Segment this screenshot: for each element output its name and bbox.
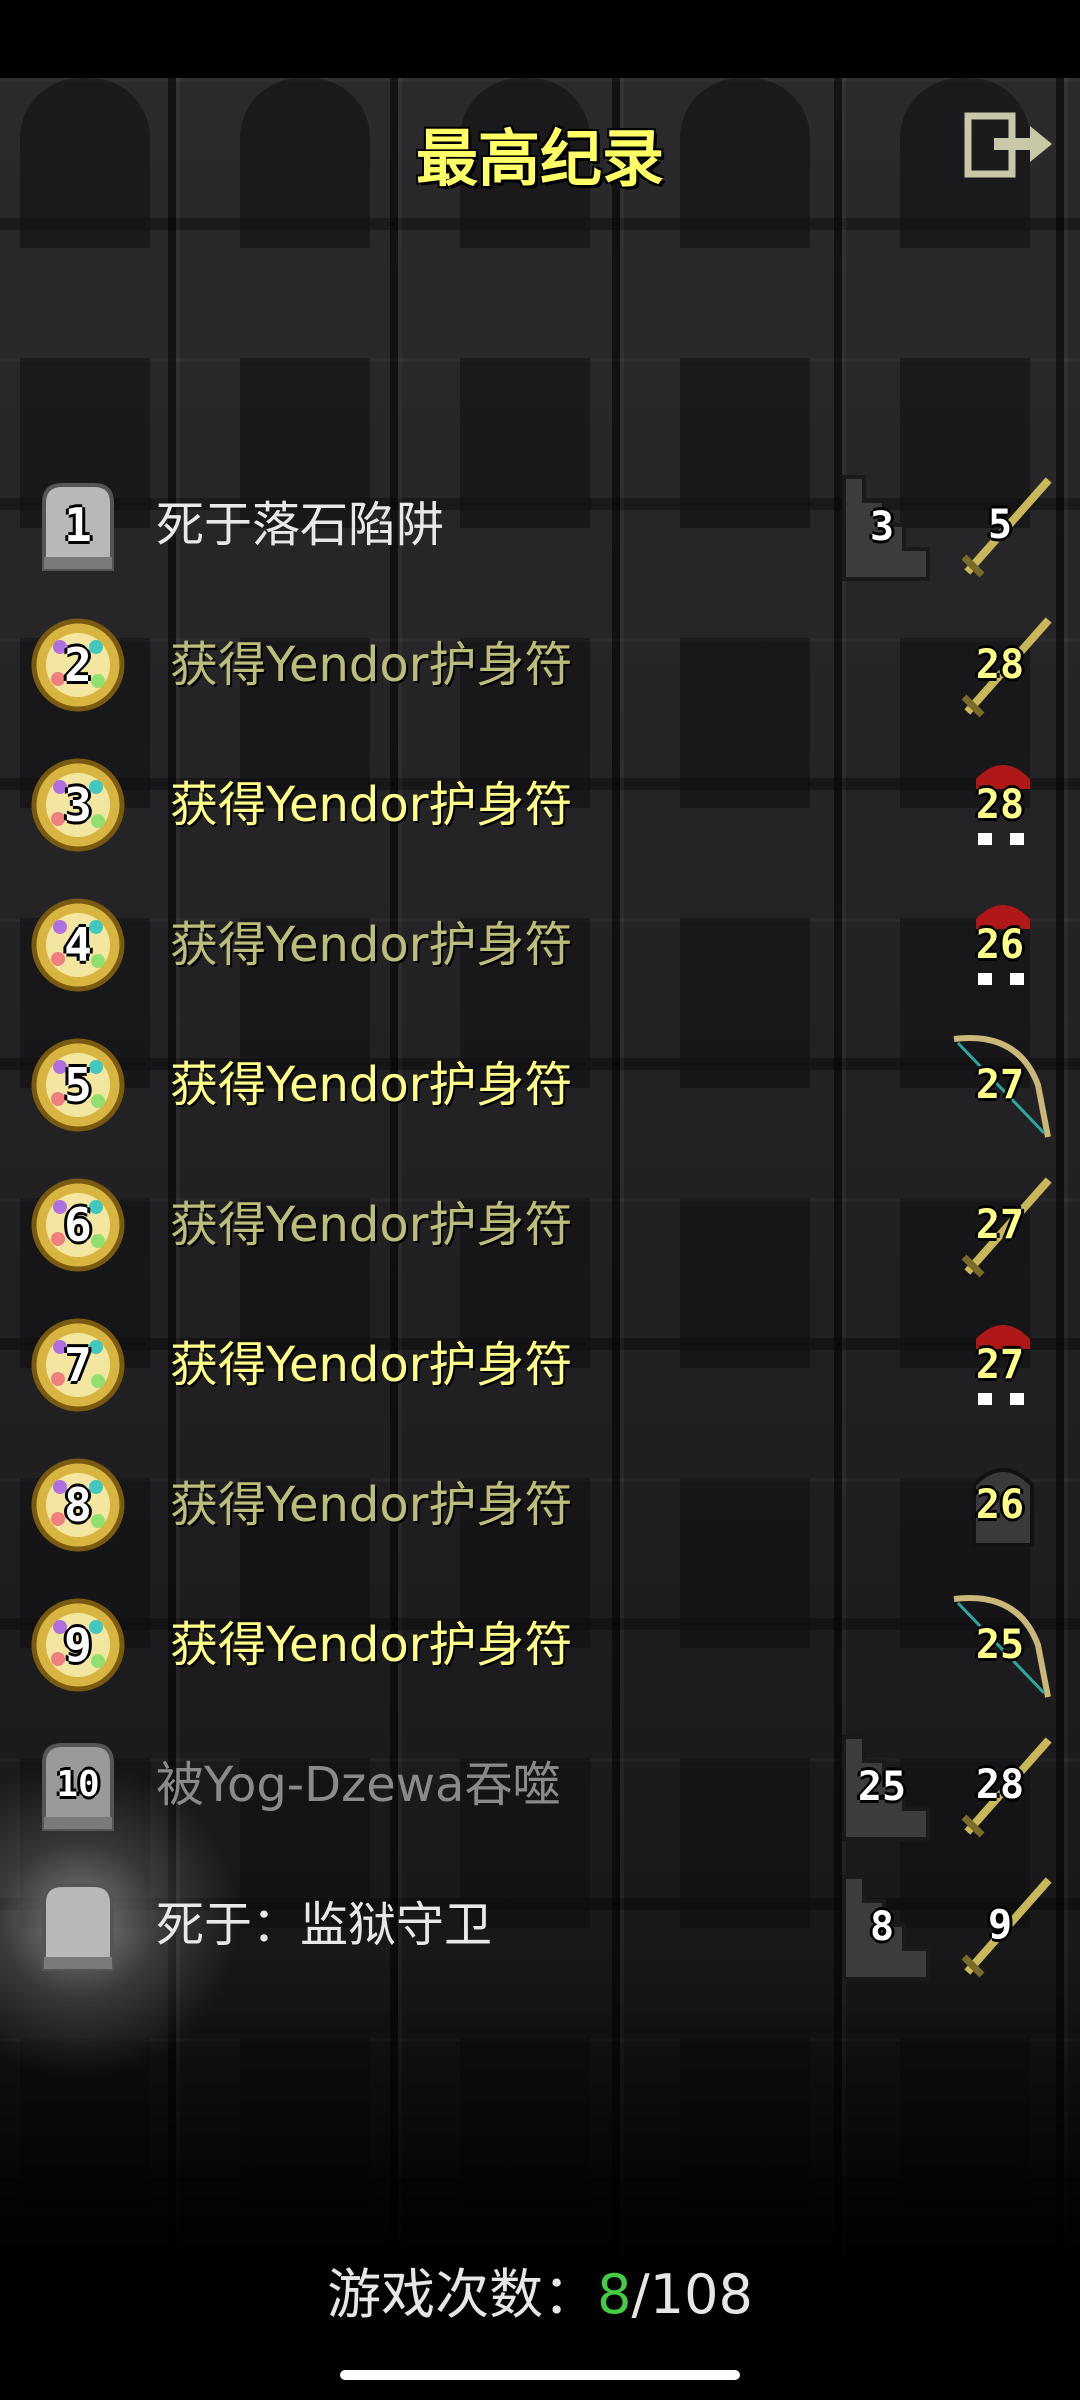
exit-button[interactable] — [964, 112, 1054, 178]
sword-icon: 9 — [948, 1865, 1058, 1985]
hero-level-number: 27 — [975, 1062, 1025, 1108]
amulet-badge-icon: 3 — [30, 757, 126, 853]
amulet-badge-icon: 9 — [30, 1597, 126, 1693]
amulet-badge-icon: 6 — [30, 1177, 126, 1273]
hero-level-number: 5 — [987, 502, 1013, 548]
amulet-badge-icon: 8 — [30, 1457, 126, 1553]
games-count-label: 游戏次数： — [327, 2263, 598, 2326]
games-count: 游戏次数：8/108 — [0, 2250, 1080, 2329]
games-won-count: 8 — [597, 2263, 632, 2326]
sword-icon: 28 — [948, 1725, 1058, 1845]
exit-door-icon — [964, 112, 1052, 178]
sword-icon: 27 — [948, 1165, 1058, 1285]
home-indicator[interactable] — [340, 2370, 740, 2380]
record-description: 获得Yendor护身符 — [170, 1197, 573, 1253]
bow-icon: 25 — [948, 1585, 1058, 1705]
record-row[interactable]: 10 被Yog-Dzewa吞噬 25 28 — [0, 1725, 1080, 1845]
rank-number: 7 — [64, 1338, 92, 1392]
rank-number: 2 — [64, 638, 92, 692]
record-row[interactable]: 2 获得Yendor护身符 28 — [0, 605, 1080, 725]
red-hood-icon: 28 — [948, 745, 1058, 865]
tombstone-badge-icon: 10 — [30, 1737, 126, 1833]
hero-level-number: 27 — [975, 1342, 1025, 1388]
hero-level-number: 25 — [975, 1622, 1025, 1668]
depth-stairs-icon: 3 — [838, 465, 934, 585]
record-description: 获得Yendor护身符 — [170, 1337, 573, 1393]
sword-icon: 28 — [948, 605, 1058, 725]
record-row[interactable]: 7 获得Yendor护身符 27 — [0, 1305, 1080, 1425]
depth-number: 8 — [869, 1904, 895, 1950]
rank-number: 9 — [64, 1618, 92, 1672]
amulet-badge-icon: 2 — [30, 617, 126, 713]
rank-number: 10 — [56, 1764, 100, 1805]
record-description: 被Yog-Dzewa吞噬 — [156, 1757, 561, 1813]
record-description: 获得Yendor护身符 — [170, 637, 573, 693]
record-description: 获得Yendor护身符 — [170, 777, 573, 833]
hero-level-number: 28 — [975, 782, 1025, 828]
hero-level-number: 28 — [975, 1762, 1025, 1808]
rankings-screen: 最高纪录 1 死于落石陷阱 3 5 2 获得Yendor护身符 28 3 获得Yendor护身符… — [0, 0, 1080, 2400]
record-row[interactable]: 5 获得Yendor护身符 27 — [0, 1025, 1080, 1145]
dark-hood-icon: 26 — [948, 1445, 1058, 1565]
rank-number: 3 — [64, 778, 92, 832]
red-hood-icon: 26 — [948, 885, 1058, 1005]
red-hood-icon: 27 — [948, 1305, 1058, 1425]
record-row[interactable]: 9 获得Yendor护身符 25 — [0, 1585, 1080, 1705]
record-description: 获得Yendor护身符 — [170, 1617, 573, 1673]
record-description: 死于落石陷阱 — [156, 497, 445, 553]
status-bar — [0, 0, 1080, 78]
rank-number: 4 — [64, 918, 92, 972]
depth-stairs-icon: 25 — [838, 1725, 934, 1845]
hero-level-number: 26 — [975, 922, 1025, 968]
amulet-badge-icon: 5 — [30, 1037, 126, 1133]
record-row[interactable]: 3 获得Yendor护身符 28 — [0, 745, 1080, 865]
rank-number: 1 — [64, 498, 92, 552]
games-total-count: 108 — [649, 2263, 753, 2326]
page-title: 最高纪录 — [415, 122, 664, 195]
games-count-separator: / — [631, 2263, 650, 2326]
record-row[interactable]: 1 死于落石陷阱 3 5 — [0, 465, 1080, 585]
depth-number: 25 — [857, 1764, 907, 1810]
record-description: 获得Yendor护身符 — [170, 917, 573, 973]
sword-icon: 5 — [948, 465, 1058, 585]
depth-number: 3 — [869, 504, 895, 550]
amulet-badge-icon: 7 — [30, 1317, 126, 1413]
record-row[interactable]: 8 获得Yendor护身符 26 — [0, 1445, 1080, 1565]
hero-level-number: 28 — [975, 642, 1025, 688]
hero-level-number: 9 — [987, 1902, 1013, 1948]
hero-level-number: 26 — [975, 1482, 1025, 1528]
tombstone-badge-icon: 1 — [30, 477, 126, 573]
rank-number: 8 — [64, 1478, 92, 1532]
rank-number: 5 — [64, 1058, 92, 1112]
record-description: 死于：监狱守卫 — [156, 1897, 493, 1953]
depth-stairs-icon: 8 — [838, 1865, 934, 1985]
record-row[interactable]: 6 获得Yendor护身符 27 — [0, 1165, 1080, 1285]
hero-level-number: 27 — [975, 1202, 1025, 1248]
record-description: 获得Yendor护身符 — [170, 1057, 573, 1113]
bow-icon: 27 — [948, 1025, 1058, 1145]
record-description: 获得Yendor护身符 — [170, 1477, 573, 1533]
amulet-badge-icon: 4 — [30, 897, 126, 993]
record-row[interactable]: 死于：监狱守卫 8 9 — [0, 1865, 1080, 1985]
rank-number: 6 — [64, 1198, 92, 1252]
tombstone-badge-icon — [30, 1877, 126, 1973]
record-row[interactable]: 4 获得Yendor护身符 26 — [0, 885, 1080, 1005]
